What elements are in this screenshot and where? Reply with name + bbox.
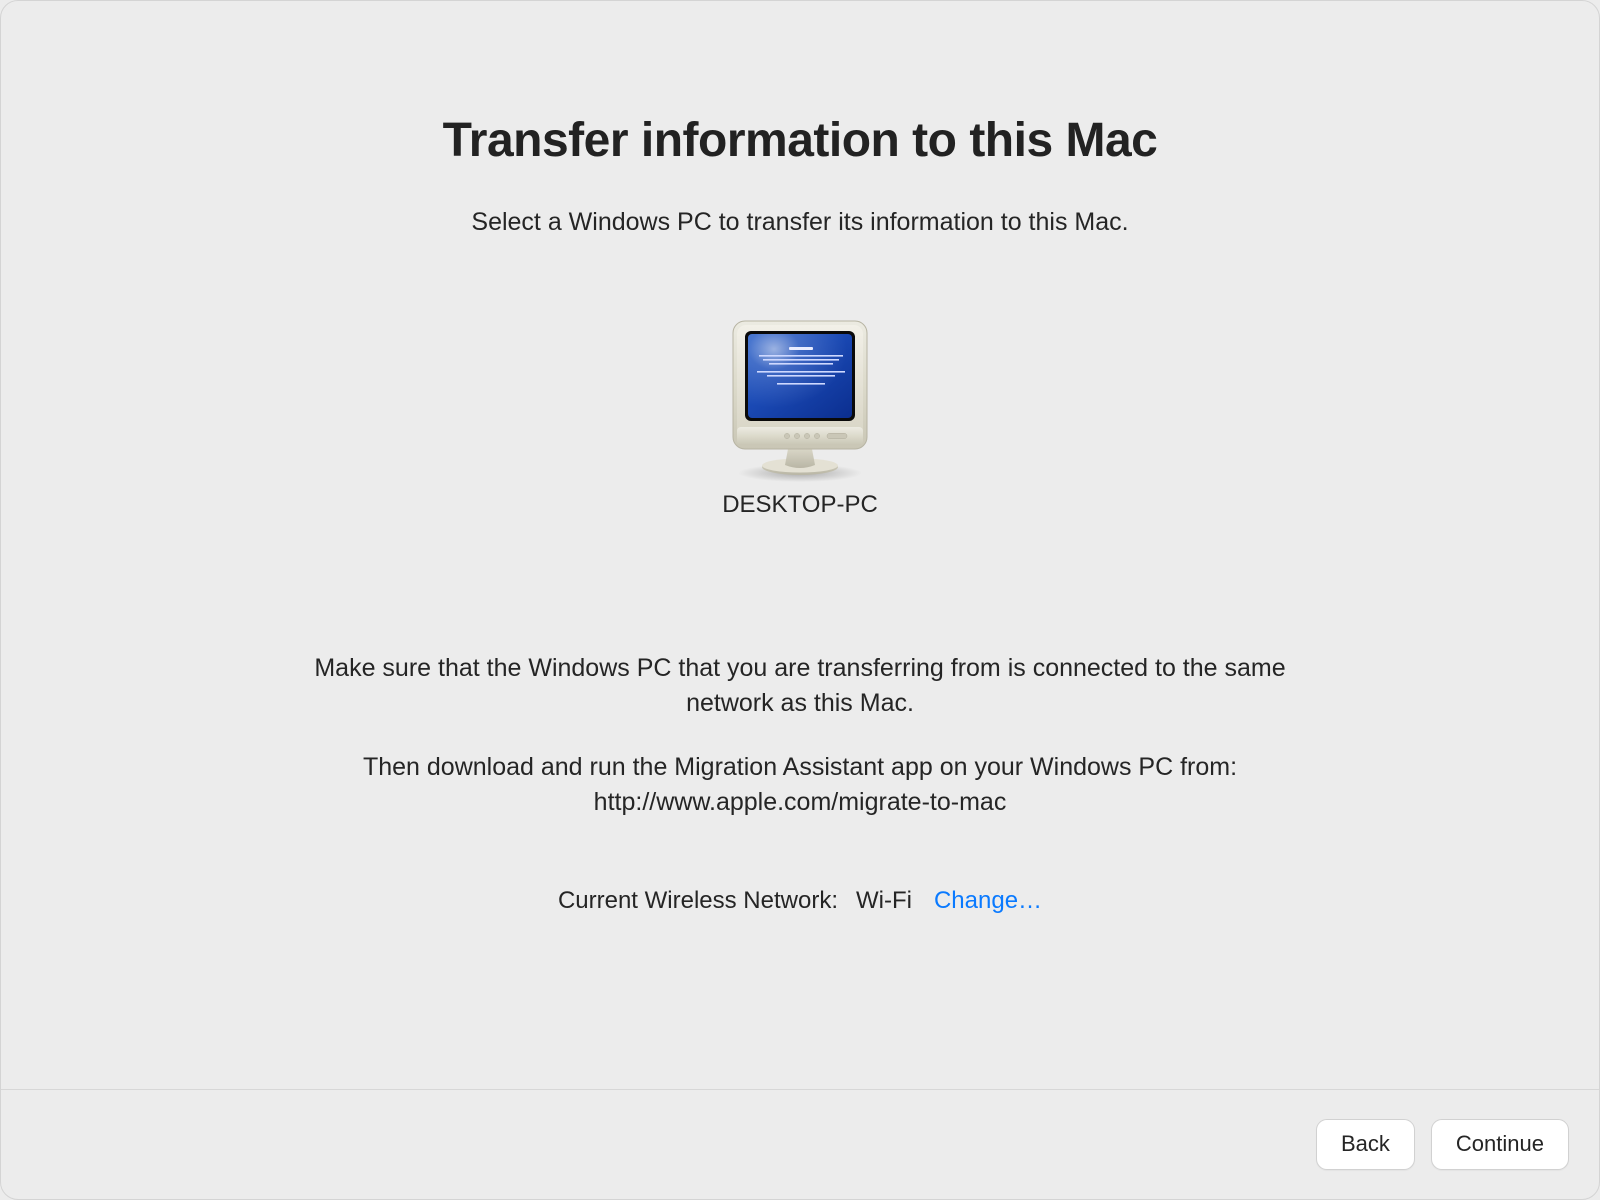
back-button[interactable]: Back [1316,1119,1415,1170]
device-name-label: DESKTOP-PC [722,491,878,519]
footer-bar: Back Continue [1,1089,1599,1199]
network-status: Current Wireless Network: Wi-Fi Change… [558,887,1042,915]
page-title: Transfer information to this Mac [443,113,1158,168]
windows-pc-icon[interactable] [715,315,885,485]
main-content: Transfer information to this Mac Select … [1,1,1599,1089]
instructions-block: Make sure that the Windows PC that you a… [285,651,1315,819]
device-list: DESKTOP-PC [715,315,885,519]
continue-button[interactable]: Continue [1431,1119,1569,1170]
page-subtitle: Select a Windows PC to transfer its info… [471,208,1128,237]
network-value: Wi-Fi [856,887,912,915]
instruction-line-1: Make sure that the Windows PC that you a… [285,651,1315,720]
change-network-link[interactable]: Change… [934,887,1042,915]
network-label: Current Wireless Network: [558,887,838,915]
instruction-line-2: Then download and run the Migration Assi… [285,750,1315,819]
